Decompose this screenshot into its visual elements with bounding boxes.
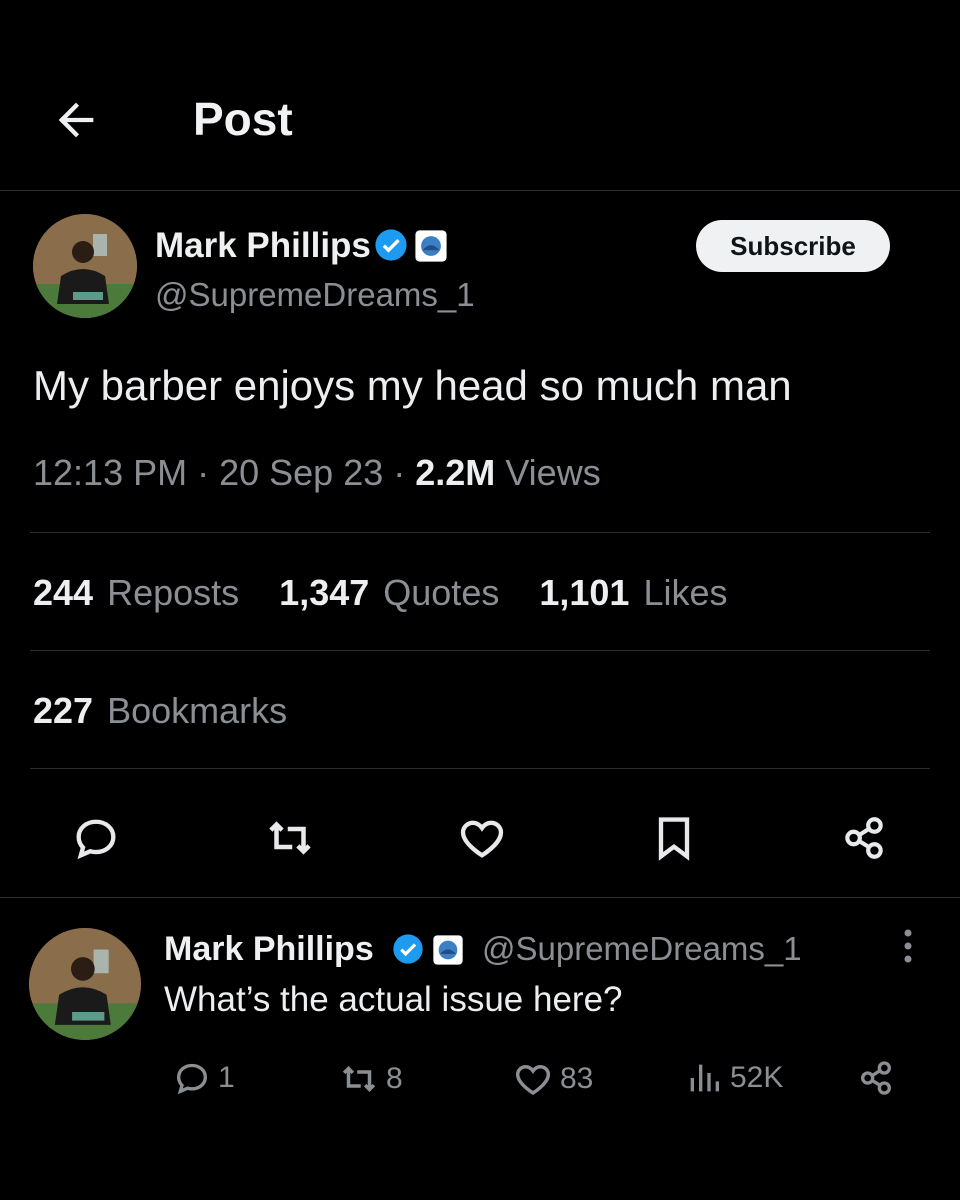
verified-badge-icon	[392, 933, 424, 965]
reply-share-button[interactable]	[856, 1058, 902, 1098]
bookmarks-count: 227	[33, 690, 94, 731]
author-handle[interactable]: @SupremeDreams_1	[155, 276, 475, 314]
post-date: 20 Sep 23	[219, 452, 384, 493]
subscribe-button[interactable]: Subscribe	[696, 220, 890, 272]
engagement-stats: 244 Reposts 1,347 Quotes 1,101 Likes	[33, 572, 758, 614]
reply-like-button[interactable]: 83	[512, 1058, 593, 1100]
bookmark-button[interactable]	[644, 808, 704, 868]
likes-stat[interactable]: 1,101 Likes	[539, 572, 727, 613]
page-title: Post	[193, 93, 293, 145]
verified-badge-icon	[374, 228, 408, 262]
views-count: 2.2M	[415, 452, 496, 493]
views-label: Views	[505, 452, 601, 493]
reply-text: What’s the actual issue here?	[164, 980, 623, 1019]
reply-icon	[176, 1063, 208, 1095]
post-time: 12:13 PM	[33, 452, 188, 493]
repost-button[interactable]	[260, 808, 320, 868]
arrow-left-icon	[58, 102, 94, 138]
reposts-label: Reposts	[107, 572, 240, 613]
reply-views-button[interactable]: 52K	[684, 1058, 783, 1098]
like-icon	[460, 820, 504, 858]
reply-repost-button[interactable]: 8	[338, 1058, 403, 1100]
reposts-stat[interactable]: 244 Reposts	[33, 572, 239, 613]
reply-repost-count: 8	[386, 1062, 403, 1095]
divider	[30, 532, 930, 533]
quotes-stat[interactable]: 1,347 Quotes	[279, 572, 499, 613]
share-icon	[845, 817, 883, 859]
avatar[interactable]	[33, 214, 137, 318]
like-button[interactable]	[452, 808, 512, 868]
bookmarks-label: Bookmarks	[107, 690, 288, 731]
more-options-button[interactable]	[888, 926, 928, 966]
reply-author-handle[interactable]: @SupremeDreams_1	[482, 930, 802, 968]
reply-button[interactable]	[66, 808, 126, 868]
avatar-photo	[29, 928, 141, 1040]
reply-icon	[76, 819, 116, 860]
repost-icon	[269, 821, 311, 855]
views-chart-icon	[690, 1064, 719, 1092]
share-icon	[861, 1061, 891, 1095]
likes-count: 1,101	[539, 572, 630, 613]
quotes-count: 1,347	[279, 572, 370, 613]
divider	[30, 650, 930, 651]
reply-replies-button[interactable]: 1	[172, 1058, 235, 1098]
affiliate-badge-icon	[432, 934, 464, 966]
like-icon	[515, 1064, 551, 1096]
reply-views-count: 52K	[730, 1061, 784, 1094]
back-button[interactable]	[48, 92, 104, 148]
divider	[0, 897, 960, 898]
header-divider	[0, 190, 960, 191]
affiliate-badge-icon	[414, 229, 448, 263]
reply-like-count: 83	[560, 1062, 594, 1095]
likes-label: Likes	[643, 572, 728, 613]
reply-count: 1	[218, 1061, 235, 1094]
reply-avatar[interactable]	[29, 928, 141, 1040]
bookmarks-stats: 227 Bookmarks	[33, 690, 317, 732]
reposts-count: 244	[33, 572, 94, 613]
author-name[interactable]: Mark Phillips	[155, 226, 371, 266]
share-button[interactable]	[834, 808, 894, 868]
quotes-label: Quotes	[383, 572, 500, 613]
reply-author-name[interactable]: Mark Phillips	[164, 930, 374, 969]
post-meta: 12:13 PM · 20 Sep 23 · 2.2M Views	[33, 452, 601, 493]
avatar-photo	[33, 214, 137, 318]
repost-icon	[342, 1066, 376, 1092]
bookmark-icon	[658, 817, 690, 861]
more-vertical-icon	[904, 929, 912, 963]
bookmarks-stat[interactable]: 227 Bookmarks	[33, 690, 287, 731]
post-text: My barber enjoys my head so much man	[33, 362, 792, 409]
divider	[30, 768, 930, 769]
